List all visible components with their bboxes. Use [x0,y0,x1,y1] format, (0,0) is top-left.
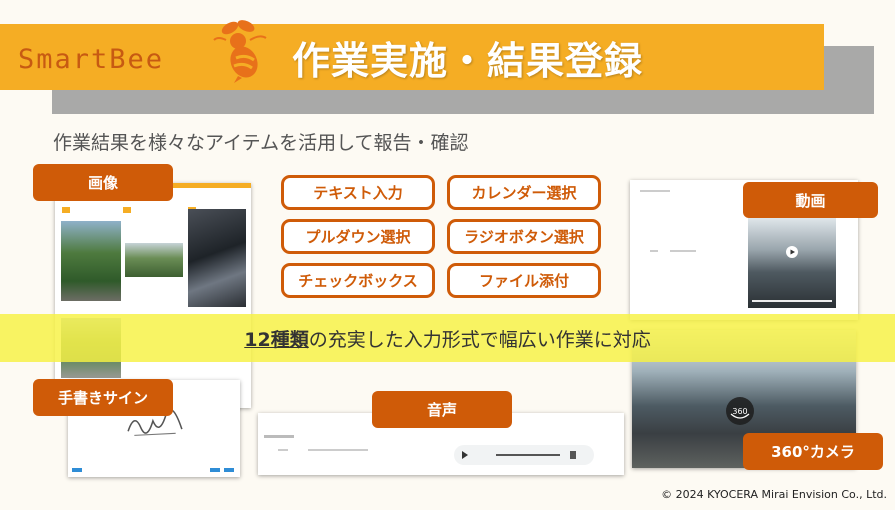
audio-progress[interactable] [496,454,560,456]
label-audio: 音声 [372,391,512,428]
feature-file-attach: ファイル添付 [447,263,601,298]
play-icon[interactable] [786,246,798,258]
feature-radio: ラジオボタン選択 [447,219,601,254]
video-thumbnail [748,218,836,308]
subtitle: 作業結果を様々なアイテムを活用して報告・確認 [53,132,469,154]
band-text: の充実した入力形式で幅広い作業に対応 [308,328,651,351]
label-360-camera: 360°カメラ [743,433,883,470]
highlight-band: 12種類 の充実した入力形式で幅広い作業に対応 [0,314,895,362]
svg-text:360: 360 [732,407,747,416]
view-360-icon[interactable]: 360 [725,396,755,426]
band-number: 12種類 [244,328,309,351]
page-title: 作業実施・結果登録 [292,39,644,83]
feature-dropdown: プルダウン選択 [281,219,435,254]
feature-text-input: テキスト入力 [281,175,435,210]
photo-building [188,209,246,307]
feature-checkbox: チェックボックス [281,263,435,298]
feature-calendar: カレンダー選択 [447,175,601,210]
copyright: © 2024 KYOCERA Mirai Envision Co., Ltd. [661,488,887,501]
audio-play-icon[interactable] [462,451,468,459]
logo-text: SmartBee [18,44,165,75]
audio-player[interactable] [454,445,594,465]
label-handwriting: 手書きサイン [33,379,173,416]
label-image: 画像 [33,164,173,201]
volume-icon[interactable] [570,451,576,459]
label-video: 動画 [743,182,878,218]
image-card [55,183,251,408]
photo-park [125,243,183,277]
bee-logo-icon [213,20,267,83]
photo-tree [61,221,121,301]
